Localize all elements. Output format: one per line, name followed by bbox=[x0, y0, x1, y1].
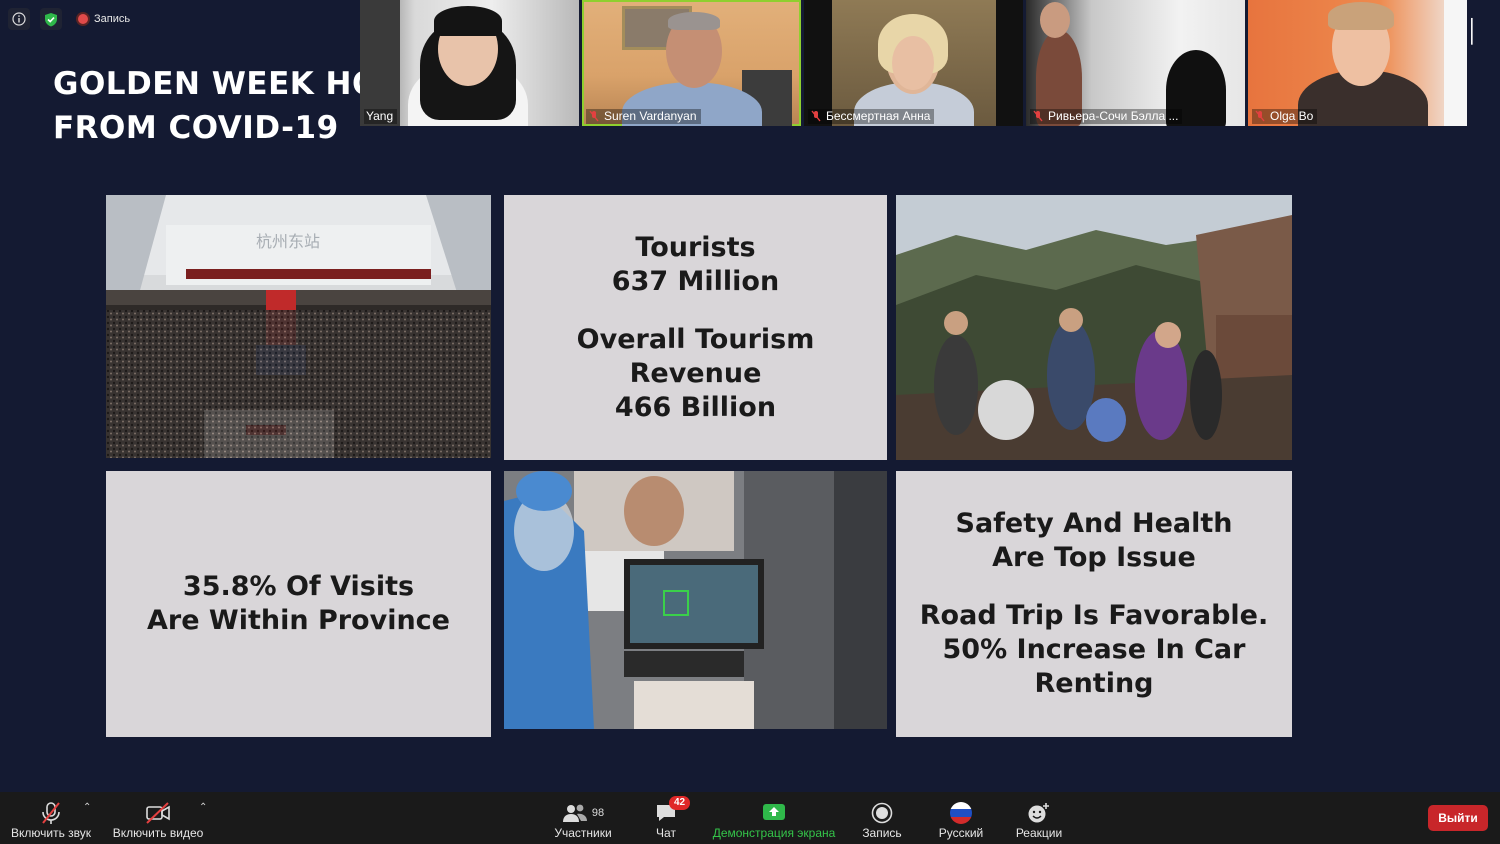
record-dot-icon bbox=[78, 14, 88, 24]
tourists-line5: 466 Billion bbox=[614, 391, 777, 423]
participant-name-tag: Yang bbox=[364, 109, 398, 124]
tourists-text-block: Tourists 637 Million Overall Tourism Rev… bbox=[577, 231, 815, 425]
audio-options-chevron-icon[interactable]: ⌃ bbox=[83, 802, 91, 813]
video-feed bbox=[1026, 0, 1245, 126]
video-feed bbox=[804, 0, 1023, 126]
slide-title-line1: GOLDEN WEEK HO bbox=[53, 66, 379, 102]
share-screen-button[interactable]: Демонстрация экрана bbox=[710, 792, 838, 844]
meeting-status-bar: Запись bbox=[8, 8, 130, 30]
safety-line3: Road Trip Is Favorable. bbox=[919, 600, 1269, 631]
language-button[interactable]: Русский bbox=[934, 792, 988, 844]
photo-crowded-station: 杭州东站 bbox=[106, 195, 491, 458]
photo-health-screening bbox=[504, 471, 887, 729]
meeting-toolbar: Включить звук ⌃ Включить видео ⌃ 98 Учас… bbox=[0, 792, 1500, 844]
safety-line4: 50% Increase In Car Renting bbox=[942, 634, 1246, 699]
chat-unread-badge: 42 bbox=[669, 796, 691, 810]
participants-button[interactable]: 98 Участники bbox=[548, 792, 618, 844]
video-tile-anna[interactable]: Бессмертная Анна bbox=[804, 0, 1023, 126]
participant-name: Olga Bo bbox=[1270, 109, 1314, 123]
tourists-line4: Revenue bbox=[629, 357, 762, 389]
reactions-smiley-icon bbox=[1028, 803, 1049, 823]
record-button[interactable]: Запись bbox=[860, 792, 904, 844]
participant-name: Suren Vardanyan bbox=[604, 109, 697, 123]
video-tile-suren-vardanyan[interactable]: Suren Vardanyan bbox=[582, 0, 801, 126]
participant-name-tag: Ривьера-Сочи Бэлла ... bbox=[1030, 109, 1183, 124]
chat-label: Чат bbox=[656, 826, 676, 840]
video-feed bbox=[1248, 0, 1467, 126]
tourists-line1: Tourists bbox=[635, 231, 756, 263]
chat-button[interactable]: 42 Чат bbox=[646, 792, 691, 844]
reactions-button[interactable]: Реакции bbox=[1012, 792, 1066, 844]
video-feed bbox=[582, 0, 801, 126]
participant-name: Бессмертная Анна bbox=[826, 109, 931, 123]
screening-illustration bbox=[504, 471, 887, 729]
text-cell-visits: 35.8% Of Visits Are Within Province bbox=[106, 471, 491, 737]
record-label: Запись bbox=[862, 826, 902, 840]
participant-name: Ривьера-Сочи Бэлла ... bbox=[1048, 109, 1179, 123]
video-feed bbox=[360, 0, 579, 126]
participant-name-tag: Suren Vardanyan bbox=[586, 109, 701, 124]
zoom-meeting-window: Запись GOLDEN WEEK HO FROM COVID-19 Yang bbox=[0, 0, 1500, 844]
safety-text-block: Safety And Health Are Top Issue Road Tri… bbox=[896, 507, 1292, 701]
record-icon bbox=[871, 802, 893, 824]
slide-title: GOLDEN WEEK HO FROM COVID-19 bbox=[53, 62, 379, 150]
unmute-label: Включить звук bbox=[10, 826, 92, 840]
tourists-line3: Overall Tourism bbox=[576, 323, 815, 355]
participants-label: Участники bbox=[554, 826, 612, 840]
mic-muted-icon bbox=[811, 110, 821, 122]
participant-name-tag: Бессмертная Анна bbox=[808, 109, 935, 124]
slide-title-line2: FROM COVID-19 bbox=[53, 110, 339, 146]
great-wall-illustration bbox=[896, 195, 1292, 460]
mic-off-icon bbox=[42, 802, 60, 824]
safety-line1: Safety And Health bbox=[955, 508, 1233, 539]
participant-name-tag: Olga Bo bbox=[1252, 109, 1318, 124]
recording-label: Запись bbox=[94, 13, 131, 25]
tourists-line2: 637 Million bbox=[611, 265, 780, 297]
station-sign-text: 杭州东站 bbox=[256, 232, 320, 251]
participants-icon bbox=[562, 804, 587, 822]
meeting-info-icon[interactable] bbox=[8, 8, 30, 30]
participants-count: 98 bbox=[591, 807, 605, 819]
participant-video-strip: Yang Suren Vardanyan Бессмертная Анна Ри… bbox=[360, 0, 1467, 126]
encryption-shield-icon[interactable] bbox=[40, 8, 62, 30]
leave-meeting-button[interactable]: Выйти bbox=[1428, 805, 1488, 831]
text-cell-tourists: Tourists 637 Million Overall Tourism Rev… bbox=[504, 195, 887, 460]
start-video-label: Включить видео bbox=[112, 826, 204, 840]
video-off-icon bbox=[146, 802, 170, 824]
photo-great-wall bbox=[896, 195, 1292, 460]
start-video-button[interactable]: Включить видео bbox=[110, 792, 206, 844]
russia-flag-icon bbox=[950, 802, 972, 824]
reactions-label: Реакции bbox=[1015, 826, 1063, 840]
participant-name: Yang bbox=[366, 109, 394, 123]
video-tile-olga[interactable]: Olga Bo bbox=[1248, 0, 1467, 126]
unmute-button[interactable]: Включить звук bbox=[8, 792, 94, 844]
mic-muted-icon bbox=[589, 110, 599, 122]
visits-line1: 35.8% Of Visits bbox=[182, 571, 415, 602]
recording-indicator[interactable]: Запись bbox=[78, 13, 130, 25]
mic-muted-icon bbox=[1033, 110, 1043, 122]
text-cell-safety: Safety And Health Are Top Issue Road Tri… bbox=[896, 471, 1292, 737]
mic-muted-icon bbox=[1255, 110, 1265, 122]
visits-line2: Are Within Province bbox=[146, 605, 450, 636]
language-label: Русский bbox=[938, 826, 984, 840]
video-options-chevron-icon[interactable]: ⌃ bbox=[199, 802, 207, 813]
video-tile-yang[interactable]: Yang bbox=[360, 0, 579, 126]
strip-scroll-icon[interactable]: │ bbox=[1466, 18, 1480, 44]
share-screen-icon bbox=[763, 804, 785, 820]
station-illustration: 杭州东站 bbox=[106, 195, 491, 458]
share-screen-label: Демонстрация экрана bbox=[712, 826, 836, 840]
visits-text-block: 35.8% Of Visits Are Within Province bbox=[147, 570, 450, 638]
safety-line2: Are Top Issue bbox=[992, 542, 1196, 573]
video-tile-bella[interactable]: Ривьера-Сочи Бэлла ... bbox=[1026, 0, 1245, 126]
